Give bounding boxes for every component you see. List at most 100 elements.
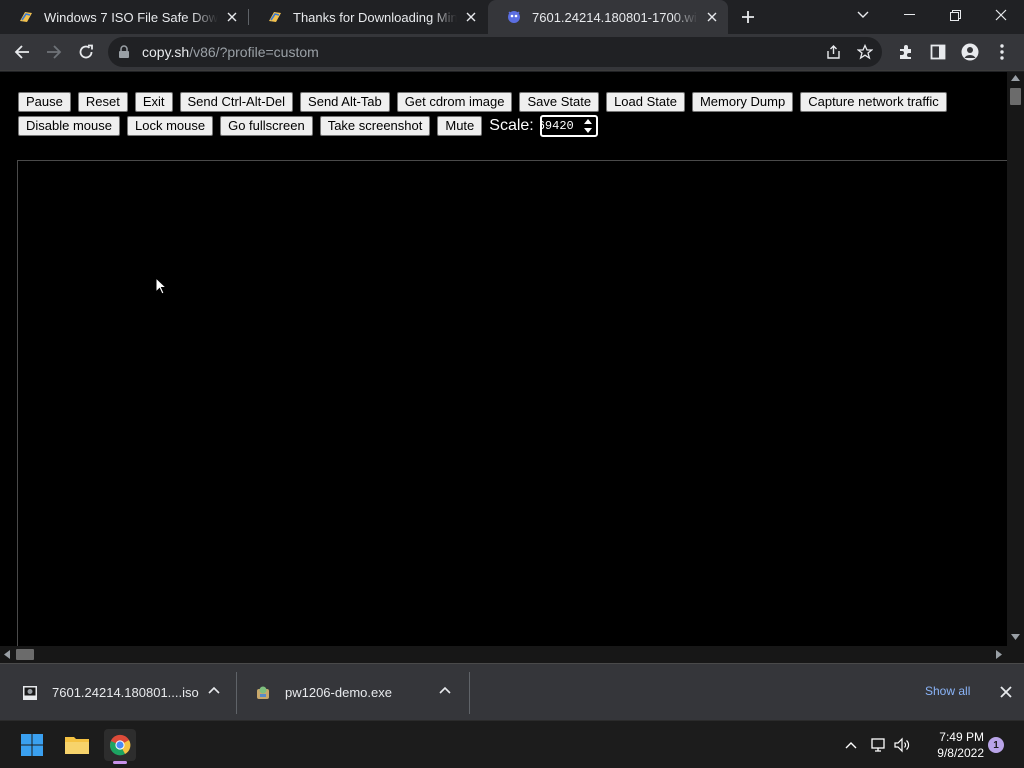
scroll-right-icon (996, 650, 1002, 659)
scale-label: Scale: (489, 116, 534, 134)
download-filename: pw1206-demo.exe (285, 685, 392, 700)
new-tab-button[interactable] (737, 6, 759, 28)
mouse-cursor-icon (155, 277, 167, 295)
folder-icon (65, 737, 89, 754)
memory-dump-button[interactable]: Memory Dump (691, 91, 794, 112)
close-tab-icon[interactable] (224, 9, 240, 25)
spinner-arrows-icon[interactable] (583, 118, 593, 133)
minitool-favicon-icon (20, 12, 32, 22)
share-icon[interactable] (824, 43, 842, 61)
download-item-iso[interactable]: 7601.24214.180801....iso (22, 664, 232, 721)
system-clock[interactable]: 7:49 PM 9/8/2022 (920, 729, 984, 761)
windows-logo-icon (21, 734, 43, 756)
kebab-menu-icon (1000, 44, 1004, 60)
send-ctrl-alt-del-button[interactable]: Send Ctrl-Alt-Del (179, 91, 294, 112)
minimize-button[interactable] (886, 0, 932, 30)
download-filename: 7601.24214.180801....iso (52, 685, 199, 700)
chevron-up-icon[interactable] (208, 686, 220, 694)
horizontal-scrollbar[interactable] (0, 646, 1007, 663)
chevron-down-icon (857, 11, 869, 18)
reload-button[interactable] (72, 38, 100, 66)
scroll-down-icon (1011, 634, 1020, 640)
url-path: /v86/?profile=custom (189, 44, 319, 60)
chrome-taskbar-button[interactable] (104, 729, 136, 764)
volume-icon[interactable] (892, 735, 912, 755)
lock-mouse-button[interactable]: Lock mouse (127, 115, 214, 136)
restore-icon (949, 9, 961, 21)
vertical-scroll-thumb[interactable] (1010, 88, 1021, 105)
active-app-indicator (113, 761, 127, 764)
clock-date: 9/8/2022 (937, 746, 984, 760)
address-bar[interactable]: copy.sh/v86/?profile=custom (108, 37, 882, 67)
capture-network-traffic-button[interactable]: Capture network traffic (800, 91, 947, 112)
close-window-button[interactable] (978, 0, 1024, 30)
show-hidden-icons-button[interactable] (841, 735, 861, 755)
send-alt-tab-button[interactable]: Send Alt-Tab (300, 91, 390, 112)
windows-taskbar: 7:49 PM 9/8/2022 1 (0, 720, 1024, 768)
arrow-right-icon (47, 45, 62, 59)
tab-search-button[interactable] (840, 0, 886, 30)
url-host: copy.sh (142, 44, 190, 60)
arrow-left-icon (14, 45, 29, 59)
vertical-scrollbar[interactable] (1007, 72, 1024, 646)
exit-button[interactable]: Exit (134, 91, 173, 112)
network-icon[interactable] (868, 735, 888, 755)
download-separator (236, 672, 237, 714)
file-explorer-button[interactable] (61, 729, 93, 761)
side-panel-button[interactable] (924, 38, 952, 66)
scale-input[interactable]: 69420 (539, 114, 598, 137)
go-fullscreen-button[interactable]: Go fullscreen (220, 115, 313, 136)
clock-time: 7:49 PM (939, 730, 984, 744)
minimize-icon (903, 14, 915, 15)
emulator-controls-row-2: Disable mouse Lock mouse Go fullscreen T… (18, 114, 598, 137)
forward-button[interactable] (40, 38, 68, 66)
tab-windows7-iso[interactable]: Windows 7 ISO File Safe Download (0, 0, 248, 34)
tab-strip: Windows 7 ISO File Safe Download Thanks … (0, 0, 1024, 34)
chevron-up-icon[interactable] (439, 686, 451, 694)
mute-button[interactable]: Mute (437, 115, 483, 136)
download-bar: 7601.24214.180801....iso pw1206-demo.exe… (0, 663, 1024, 720)
lock-icon (119, 45, 129, 58)
extensions-button[interactable] (892, 38, 920, 66)
page-content: Pause Reset Exit Send Ctrl-Alt-Del Send … (0, 72, 1024, 662)
get-cdrom-image-button[interactable]: Get cdrom image (396, 91, 513, 112)
save-state-button[interactable]: Save State (519, 91, 600, 112)
scale-value: 69420 (539, 118, 574, 133)
avatar-icon (961, 43, 979, 61)
profile-button[interactable] (956, 38, 984, 66)
scroll-up-icon (1011, 75, 1020, 81)
load-state-button[interactable]: Load State (606, 91, 685, 112)
notification-badge[interactable]: 1 (988, 737, 1004, 753)
horizontal-scroll-thumb[interactable] (16, 649, 34, 660)
browser-toolbar: copy.sh/v86/?profile=custom (0, 34, 1024, 71)
take-screenshot-button[interactable]: Take screenshot (319, 115, 431, 136)
reload-icon (79, 44, 93, 59)
pause-button[interactable]: Pause (18, 91, 71, 112)
tab-minitool-thanks[interactable]: Thanks for Downloading MiniTool (249, 0, 487, 34)
download-item-exe[interactable]: pw1206-demo.exe (255, 664, 465, 721)
puzzle-icon (900, 45, 911, 59)
start-button[interactable] (16, 729, 48, 761)
chevron-up-icon (845, 742, 857, 749)
close-tab-icon[interactable] (704, 9, 720, 25)
back-button[interactable] (8, 38, 36, 66)
tab-title: Windows 7 ISO File Safe Download (44, 9, 218, 25)
emulator-screen[interactable] (17, 160, 1007, 660)
tab-title: 7601.24214.180801-1700.win7sp1 (532, 9, 698, 25)
reset-button[interactable]: Reset (77, 91, 128, 112)
bookmark-star-icon[interactable] (856, 43, 874, 61)
restore-button[interactable] (932, 0, 978, 30)
disable-mouse-button[interactable]: Disable mouse (18, 115, 120, 136)
close-tab-icon[interactable] (463, 9, 479, 25)
tab-v86-active[interactable]: 7601.24214.180801-1700.win7sp1 (488, 0, 728, 34)
scroll-left-icon (4, 650, 10, 659)
show-all-downloads-link[interactable]: Show all (925, 684, 970, 698)
download-separator (469, 672, 470, 714)
close-icon (995, 9, 1007, 21)
side-panel-icon (930, 44, 946, 60)
chrome-icon (110, 734, 131, 756)
menu-button[interactable] (988, 38, 1016, 66)
url-text: copy.sh/v86/?profile=custom (142, 44, 319, 60)
exe-file-icon (257, 686, 269, 699)
close-download-bar-icon[interactable] (998, 684, 1014, 700)
